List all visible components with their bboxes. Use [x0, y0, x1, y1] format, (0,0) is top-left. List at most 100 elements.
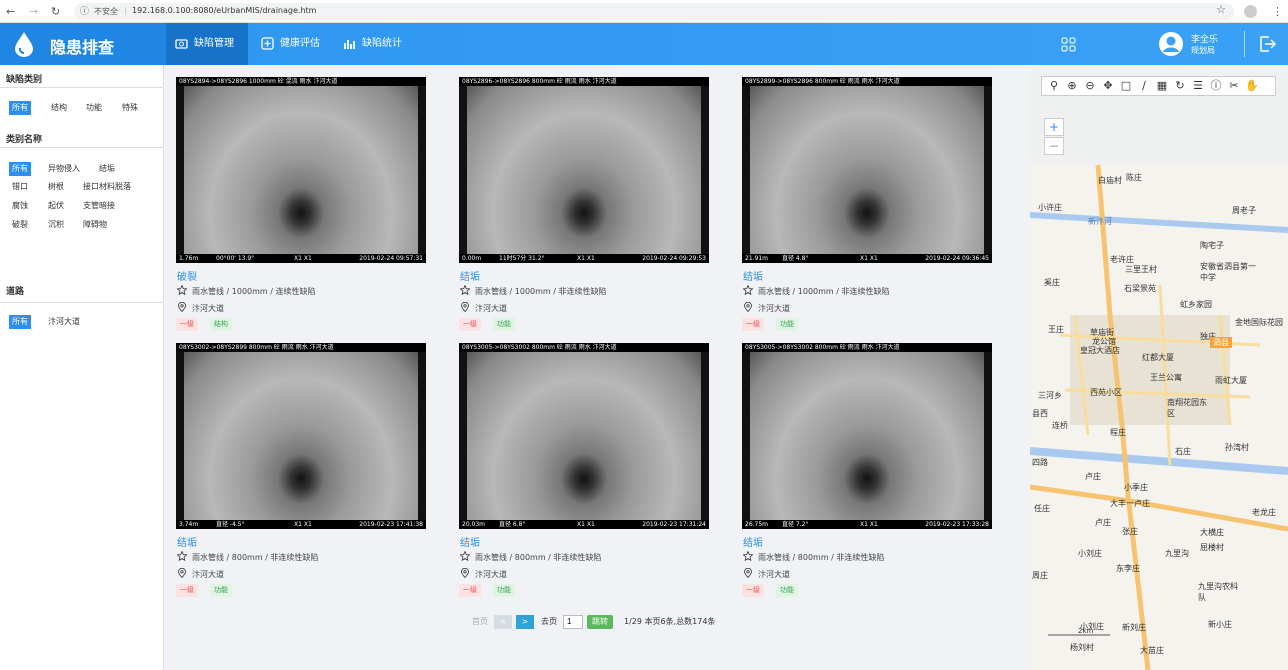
map-label: 王兰公寓: [1150, 373, 1182, 382]
nav-health-assessment[interactable]: 健康评估: [252, 23, 336, 65]
category-all[interactable]: 所有: [9, 162, 31, 176]
pipe-image: [467, 84, 701, 256]
map-label: 大苗庄: [1140, 646, 1164, 655]
inspection-image[interactable]: 08YS3002->08YS2899 800mm 砼 雨流 雨水 汴河大道 3.7…: [176, 343, 426, 529]
bookmark-star-icon[interactable]: ☆: [1216, 3, 1226, 16]
nav-defect-statistics[interactable]: 缺陷统计: [334, 23, 418, 65]
forward-icon[interactable]: →: [29, 4, 38, 19]
map-label: 石庄: [1175, 447, 1191, 456]
category-branch-pipe[interactable]: 支管暗接: [81, 199, 117, 213]
map-label: 南翔花园东区: [1167, 398, 1207, 418]
pin-icon[interactable]: ⚲: [1047, 79, 1061, 93]
defect-type-structure[interactable]: 结构: [49, 101, 69, 115]
category-scaling[interactable]: 结垢: [97, 162, 117, 176]
address-bar[interactable]: ⓘ 不安全 | 192.168.0.100:8080/eUrbanMIS/dra…: [74, 3, 1234, 20]
map-label: 三河乡: [1038, 391, 1062, 400]
next-page-button[interactable]: >: [516, 615, 534, 629]
overlay-time: 2019-02-23 17:41:38: [359, 521, 423, 528]
overlay-header: 08YS2896->08YS2896 800mm 砼 雨流 雨水 汴河大道: [459, 77, 709, 86]
url-text[interactable]: 192.168.0.100:8080/eUrbanMIS/drainage.ht…: [132, 6, 316, 15]
road-name: 汴河大道: [192, 570, 224, 579]
prev-page-button[interactable]: <: [494, 615, 512, 629]
info-icon[interactable]: ⓘ: [1209, 79, 1223, 93]
category-foreign-object[interactable]: 异物侵入: [46, 162, 82, 176]
defect-card[interactable]: 08YS3002->08YS2899 800mm 砼 雨流 雨水 汴河大道 3.7…: [164, 331, 439, 597]
pipe-image: [184, 350, 418, 522]
map-label: 虹乡家园: [1180, 300, 1212, 309]
apps-grid-icon[interactable]: [1061, 37, 1076, 52]
map-label: 程庄: [1110, 428, 1126, 437]
nav-defect-management[interactable]: 缺陷管理: [166, 23, 248, 65]
layers-icon[interactable]: ☰: [1191, 79, 1205, 93]
inspection-image[interactable]: 08YS2894->08YS2896 1000mm 砼 混流 雨水 汴河大道 1.…: [176, 77, 426, 263]
defect-title[interactable]: 结垢: [460, 268, 480, 283]
category-heading: 类别名称: [6, 135, 43, 145]
overlay-distance: 26.75m: [745, 521, 769, 528]
bar-chart-icon: [344, 40, 355, 49]
overlay-angle: 直径 7.2°: [782, 521, 809, 528]
defect-card[interactable]: 08YS2899->08YS2896 800mm 砼 雨流 雨水 汴河大道 21.…: [730, 65, 1005, 331]
map-zoom-in-button[interactable]: +: [1044, 118, 1064, 136]
overlay-x: X1 X1: [860, 521, 878, 528]
profile-icon[interactable]: [1244, 5, 1257, 18]
avatar[interactable]: [1158, 31, 1184, 57]
category-obstacle[interactable]: 障碍物: [81, 218, 109, 232]
inspection-image[interactable]: 08YS2896->08YS2896 800mm 砼 雨流 雨水 汴河大道 0.0…: [459, 77, 709, 263]
overlay-footer: 21.91m 直径 4.8° X1 X1 2019-02-24 09:36:45: [742, 254, 992, 263]
refresh-icon[interactable]: ↻: [1173, 79, 1187, 93]
defect-card[interactable]: 08YS2894->08YS2896 1000mm 砼 混流 雨水 汴河大道 1.…: [164, 65, 439, 331]
category-tree-root[interactable]: 树根: [46, 180, 66, 194]
map-zoom-out-button[interactable]: −: [1044, 137, 1064, 155]
category-sediment[interactable]: 沉积: [46, 218, 66, 232]
defect-type-all[interactable]: 所有: [9, 101, 31, 115]
road-all[interactable]: 所有: [9, 315, 31, 329]
nav-label: 缺陷管理: [194, 38, 234, 49]
pan-icon[interactable]: ✥: [1101, 79, 1115, 93]
road-bianhe[interactable]: 汴河大道: [46, 315, 82, 329]
defect-type-special[interactable]: 特殊: [120, 101, 140, 115]
defect-type-heading: 缺陷类别: [6, 75, 43, 85]
map-view[interactable]: 白庙村 陈庄 小许庄 周老子 陶宅子 老许庄 三里王村 安徽省泗县第一中学 奚庄…: [1030, 165, 1288, 670]
location-pin-icon: [178, 568, 186, 578]
defect-title[interactable]: 结垢: [743, 268, 763, 283]
defect-card[interactable]: 08YS3005->08YS3002 800mm 砼 雨流 雨水 汴河大道 26.…: [730, 331, 1005, 597]
inspection-image[interactable]: 08YS3005->08YS3002 800mm 砼 雨流 雨水 汴河大道 26.…: [742, 343, 992, 529]
defect-title[interactable]: 结垢: [460, 534, 480, 549]
category-joint-material[interactable]: 接口材料脱落: [81, 180, 133, 194]
defect-card[interactable]: 08YS3005->08YS3002 800mm 砼 雨流 雨水 汴河大道 20.…: [447, 331, 722, 597]
overlay-time: 2019-02-24 09:36:45: [925, 255, 989, 262]
area-icon[interactable]: ▦: [1155, 79, 1169, 93]
hand-icon[interactable]: ✋: [1245, 79, 1259, 93]
overlay-distance: 1.76m: [179, 255, 199, 262]
inspection-image[interactable]: 08YS2899->08YS2896 800mm 砼 雨流 雨水 汴河大道 21.…: [742, 77, 992, 263]
defect-title[interactable]: 结垢: [743, 534, 763, 549]
map-label: 皇冠大酒店: [1080, 346, 1120, 355]
category-undulation[interactable]: 起伏: [46, 199, 66, 213]
defect-type-function[interactable]: 功能: [84, 101, 104, 115]
menu-icon[interactable]: ⋮: [1272, 4, 1283, 19]
category-crack[interactable]: 破裂: [10, 218, 30, 232]
browser-toolbar: ← → ↻ ⓘ 不安全 | 192.168.0.100:8080/eUrbanM…: [0, 0, 1288, 23]
cut-icon[interactable]: ✂: [1227, 79, 1241, 93]
back-icon[interactable]: ←: [6, 4, 15, 19]
logout-icon[interactable]: [1258, 35, 1276, 53]
defect-title[interactable]: 结垢: [177, 534, 197, 549]
zoom-in-icon[interactable]: ⊕: [1065, 79, 1079, 93]
level-badge: 一级: [742, 584, 764, 597]
page-number-input[interactable]: [563, 615, 583, 629]
defect-card[interactable]: 08YS2896->08YS2896 800mm 砼 雨流 雨水 汴河大道 0.0…: [447, 65, 722, 331]
reload-icon[interactable]: ↻: [51, 4, 60, 19]
first-page-button[interactable]: 首页: [470, 615, 490, 629]
inspection-image[interactable]: 08YS3005->08YS3002 800mm 砼 雨流 雨水 汴河大道 20.…: [459, 343, 709, 529]
pipe-image: [750, 84, 984, 256]
location-pin-icon: [744, 568, 752, 578]
category-misalignment[interactable]: 错口: [10, 180, 30, 194]
defect-title[interactable]: 破裂: [177, 268, 197, 283]
jump-button[interactable]: 跳转: [587, 615, 613, 629]
full-extent-icon[interactable]: □: [1119, 79, 1133, 93]
measure-icon[interactable]: ∕: [1137, 79, 1151, 93]
info-icon[interactable]: ⓘ: [80, 4, 89, 17]
category-corrosion[interactable]: 腐蚀: [10, 199, 30, 213]
map-label: 杨刘村: [1070, 643, 1094, 652]
zoom-out-icon[interactable]: ⊖: [1083, 79, 1097, 93]
